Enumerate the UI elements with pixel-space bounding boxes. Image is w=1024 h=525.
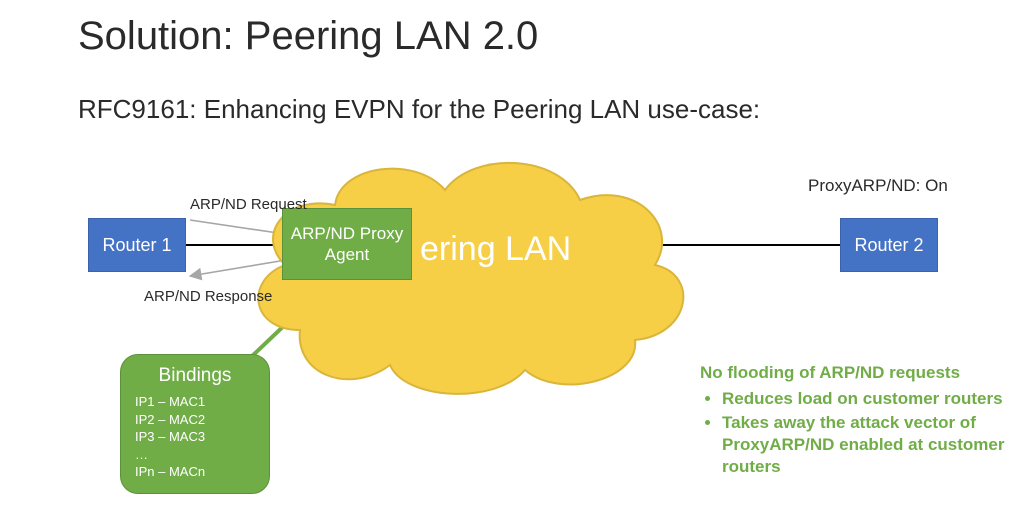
bindings-box: Bindings IP1 – MAC1 IP2 – MAC2 IP3 – MAC… bbox=[120, 354, 270, 494]
bindings-item: IP2 – MAC2 bbox=[135, 411, 255, 429]
router-1-label: Router 1 bbox=[102, 235, 171, 256]
bindings-item: IPn – MACn bbox=[135, 463, 255, 481]
arp-request-label: ARP/ND Request bbox=[190, 196, 307, 213]
router-2-box: Router 2 bbox=[840, 218, 938, 272]
router-2-label: Router 2 bbox=[854, 235, 923, 256]
proxy-on-label: ProxyARP/ND: On bbox=[808, 176, 948, 196]
benefits-item: Reduces load on customer routers bbox=[722, 388, 1010, 410]
proxy-agent-label: ARP/ND Proxy Agent bbox=[289, 223, 405, 266]
benefits-headline: No flooding of ARP/ND requests bbox=[700, 362, 1010, 384]
router-1-box: Router 1 bbox=[88, 218, 186, 272]
benefits-item: Takes away the attack vector of ProxyARP… bbox=[722, 412, 1010, 478]
bindings-title: Bindings bbox=[135, 365, 255, 387]
page-title: Solution: Peering LAN 2.0 bbox=[78, 14, 538, 59]
proxy-agent-box: ARP/ND Proxy Agent bbox=[282, 208, 412, 280]
page-subtitle: RFC9161: Enhancing EVPN for the Peering … bbox=[78, 94, 760, 125]
cloud-label: ering LAN bbox=[420, 230, 571, 269]
bindings-item: IP1 – MAC1 bbox=[135, 393, 255, 411]
benefits-list: Reduces load on customer routers Takes a… bbox=[700, 388, 1010, 478]
arp-response-label: ARP/ND Response bbox=[144, 288, 272, 305]
bindings-item: IP3 – MAC3 bbox=[135, 428, 255, 446]
benefits-block: No flooding of ARP/ND requests Reduces l… bbox=[700, 362, 1010, 480]
slide: Solution: Peering LAN 2.0 RFC9161: Enhan… bbox=[0, 0, 1024, 525]
bindings-item: … bbox=[135, 446, 255, 464]
